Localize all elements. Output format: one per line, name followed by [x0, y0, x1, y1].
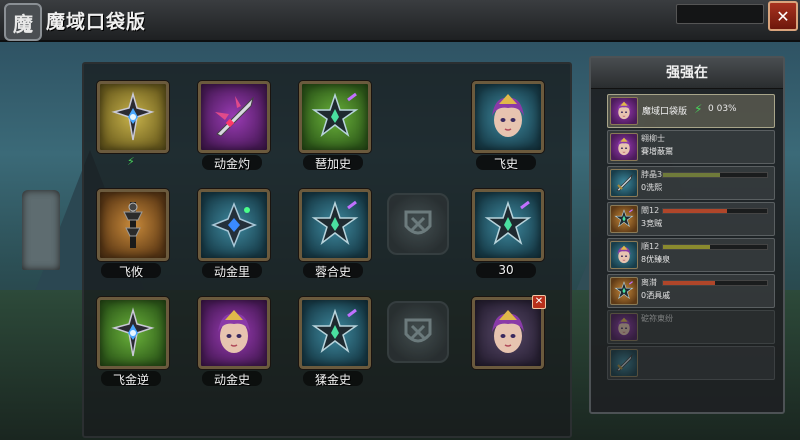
panel-row[interactable]: 魔域口袋版 ⚡ 0 03%: [607, 94, 775, 128]
panel-row-level: 翱柳士: [641, 134, 665, 143]
panel-row-name: 3竞贼: [641, 219, 663, 228]
sword-icon: [616, 173, 633, 192]
item-slot[interactable]: [299, 81, 371, 153]
progress-bar-fill: [663, 281, 715, 285]
progress-bar: [662, 280, 768, 286]
slot-label: 动金里: [213, 265, 250, 279]
panel-row-level: 閘12: [641, 206, 660, 215]
progress-bar: [662, 208, 768, 214]
lightning-icon: ⚡: [694, 102, 703, 116]
panel-row[interactable]: 順12 8优臻泉: [607, 238, 775, 272]
panel-row-icon: [610, 133, 638, 161]
panel-row-name: 魔域口袋版: [642, 107, 688, 117]
panel-row[interactable]: 翱柳士 賽增蔽鬻: [607, 130, 775, 164]
progress-bar: [662, 172, 768, 178]
hero-portrait-icon: [492, 94, 524, 137]
panel-row[interactable]: 离潸 0洒具戚: [607, 274, 775, 308]
panel-row-icon: [610, 277, 638, 305]
remove-badge[interactable]: ✕: [532, 295, 546, 309]
winged-blade-icon: [215, 96, 254, 137]
item-slot[interactable]: [97, 81, 169, 153]
lightning-icon: ⚡: [127, 155, 135, 168]
panel-row-level: 順12: [641, 242, 660, 251]
panel-row[interactable]: 脖晶3 0洗熙: [607, 166, 775, 200]
item-slot[interactable]: [472, 189, 544, 261]
slot-label: 琶加史: [314, 157, 351, 171]
panel-row-value: 0 03%: [708, 104, 737, 114]
panel-row-icon: [610, 205, 638, 233]
statue: [22, 190, 60, 270]
sword-icon: [616, 353, 633, 372]
star-staff-icon: [614, 281, 634, 300]
panel-title: 强强在: [591, 58, 783, 89]
item-slot[interactable]: [299, 297, 371, 369]
progress-bar: [662, 244, 768, 250]
top-slot: [676, 4, 764, 24]
gem-cross-icon: [210, 201, 258, 249]
app-logo: 魔: [4, 3, 42, 41]
panel-row-icon: [610, 241, 638, 269]
item-slot[interactable]: [198, 189, 270, 261]
slot-label: 飞金逆: [112, 373, 149, 387]
slot-label: 飞史: [493, 157, 518, 171]
panel-row-icon: [610, 169, 638, 197]
item-slot[interactable]: [97, 297, 169, 369]
panel-row-name: 賽增蔽鬻: [641, 147, 673, 156]
cross-staff-icon: [111, 91, 155, 141]
panel-row-name: 0洗熙: [641, 183, 663, 192]
panel-row-icon: [610, 97, 638, 125]
emblem-icon: [404, 318, 432, 343]
slot-label: 飞攸: [118, 265, 143, 279]
dark-staff-icon: [123, 202, 143, 248]
hero-slot[interactable]: [198, 297, 270, 369]
panel-row-level: 离潸: [641, 278, 657, 287]
slot-label: 猱金史: [314, 373, 351, 387]
panel-row-name: 0洒具戚: [641, 291, 671, 300]
panel-row[interactable]: [607, 346, 775, 380]
hero-portrait-icon: [617, 101, 631, 120]
hero-portrait-icon: [492, 310, 524, 353]
hero-portrait-icon: [617, 317, 631, 336]
empty-slot[interactable]: [387, 301, 449, 363]
progress-bar-fill: [663, 173, 721, 177]
item-slot[interactable]: [198, 81, 270, 153]
star-staff-icon: [311, 308, 359, 354]
close-button[interactable]: ✕: [768, 1, 798, 31]
item-slot[interactable]: [299, 189, 371, 261]
cross-staff-icon: [111, 307, 155, 357]
empty-slot[interactable]: [387, 193, 449, 255]
panel-row[interactable]: 砨祢東纷: [607, 310, 775, 344]
app-title: 魔域口袋版: [46, 11, 147, 33]
hero-portrait-icon: [617, 245, 631, 264]
hero-portrait-icon: [617, 137, 631, 156]
star-staff-icon: [311, 92, 359, 138]
hero-slot[interactable]: [472, 81, 544, 153]
title-bar: 魔 魔域口袋版 ✕: [0, 0, 800, 42]
progress-bar-fill: [663, 209, 728, 213]
side-panel: 强强在 魔域口袋版 ⚡ 0 03% 翱柳士 賽增蔽鬻 脖晶3 0洗熙 閘12 3竞贼 順12 8优臻…: [589, 56, 785, 414]
slot-label: 动金灼: [213, 157, 250, 171]
progress-bar-fill: [663, 245, 710, 249]
hero-portrait-icon: [218, 310, 250, 353]
panel-row-icon: [610, 349, 638, 377]
emblem-icon: [404, 210, 432, 235]
slot-label: 动金史: [213, 373, 250, 387]
slot-label: 蓉合史: [314, 265, 351, 279]
panel-row-level: 脖晶3: [641, 170, 663, 179]
star-staff-icon: [311, 200, 359, 246]
star-staff-icon: [614, 209, 634, 228]
panel-row[interactable]: 閘12 3竞贼: [607, 202, 775, 236]
panel-row-name: 8优臻泉: [641, 255, 671, 264]
panel-row-level: 砨祢東纷: [641, 314, 673, 323]
star-staff-icon: [484, 200, 532, 246]
slot-label: 30: [498, 263, 514, 277]
panel-row-icon: [610, 313, 638, 341]
item-slot[interactable]: [97, 189, 169, 261]
